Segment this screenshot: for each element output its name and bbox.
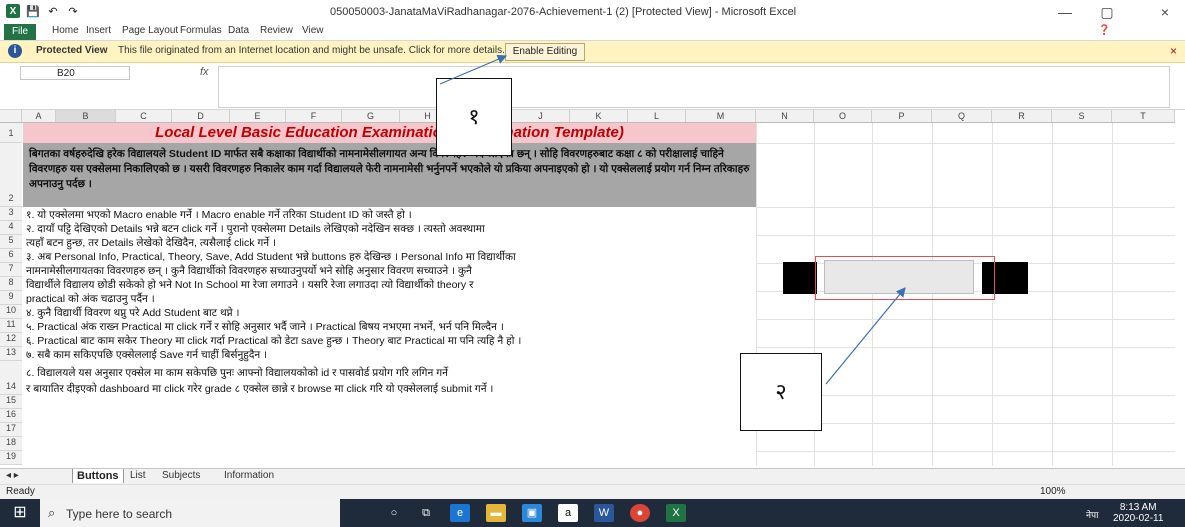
sheet-nav-icon[interactable]: ◂ ▸ <box>6 470 19 481</box>
clock-date: 2020-02-11 <box>1113 513 1164 524</box>
arrow-to-details-button <box>825 287 906 385</box>
file-explorer-icon[interactable]: ▬ <box>486 504 506 522</box>
clock[interactable]: 8:13 AM 2020-02-11 <box>1113 502 1163 524</box>
search-placeholder[interactable]: Type here to search <box>66 507 172 521</box>
sheet-tab-list[interactable]: List <box>130 470 146 481</box>
clock-time: 8:13 AM <box>1119 502 1157 513</box>
taskbar: ⊞ ⌕ Type here to search ○ ⧉ e ▬ ▣ a W ● … <box>0 499 1185 527</box>
amazon-icon[interactable]: a <box>558 504 578 522</box>
annotation-arrows <box>439 54 906 385</box>
status-bar: Ready 100% <box>0 484 1185 499</box>
sheet-tab-buttons[interactable]: Buttons <box>72 469 124 483</box>
cortana-icon[interactable]: ○ <box>384 504 404 522</box>
edge-icon[interactable]: e <box>450 504 470 522</box>
zoom-level[interactable]: 100% <box>1040 486 1066 497</box>
language-indicator[interactable]: नेपा <box>1086 508 1098 521</box>
sheet-tab-bar: ◂ ▸ Buttons List Subjects Information <box>0 468 1185 484</box>
windows-start-icon[interactable]: ⊞ <box>0 499 40 527</box>
store-icon[interactable]: ▣ <box>522 504 542 522</box>
status-ready: Ready <box>6 486 35 497</box>
task-view-icon[interactable]: ⧉ <box>416 504 436 522</box>
arrow-to-enable-editing <box>439 54 508 85</box>
sheet-tab-subjects[interactable]: Subjects <box>162 470 200 481</box>
chrome-icon[interactable]: ● <box>630 504 650 522</box>
search-icon: ⌕ <box>48 505 56 520</box>
word-icon[interactable]: W <box>594 504 614 522</box>
sheet-tab-information[interactable]: Information <box>224 470 274 481</box>
excel-icon[interactable]: X <box>666 504 686 522</box>
